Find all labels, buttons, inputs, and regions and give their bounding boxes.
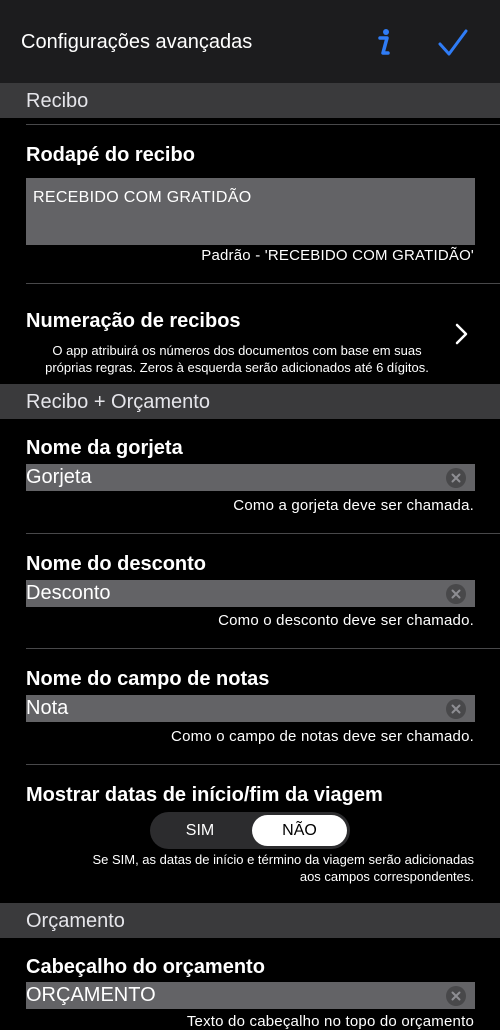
clear-circle-icon[interactable] xyxy=(446,699,466,719)
numeracao-description: O app atribuirá os números dos documento… xyxy=(26,342,448,376)
info-button[interactable] xyxy=(372,27,394,57)
gorjeta-value: Gorjeta xyxy=(26,466,92,488)
numeracao-desc-line2: próprias regras. Zeros à esquerda serão … xyxy=(45,360,429,375)
notas-help: Como o campo de notas deve ser chamado. xyxy=(171,728,474,745)
section-title: Orçamento xyxy=(26,910,125,932)
rodape-label: Rodapé do recibo xyxy=(26,144,195,166)
desconto-input[interactable]: Desconto xyxy=(26,580,475,607)
info-icon xyxy=(378,29,390,55)
section-title: Recibo + Orçamento xyxy=(26,391,210,413)
segment-sim[interactable]: SIM xyxy=(150,812,250,849)
rodape-textarea[interactable]: RECEBIDO COM GRATIDÃO xyxy=(26,178,475,245)
datas-segmented-control[interactable]: SIM NÃO xyxy=(150,812,350,849)
nav-bar: Configurações avançadas xyxy=(0,0,500,83)
numeracao-desc-line1: O app atribuirá os números dos documento… xyxy=(52,343,422,358)
cabecalho-help: Texto do cabeçalho no topo do orçamento xyxy=(186,1013,474,1030)
clear-circle-icon[interactable] xyxy=(446,986,466,1006)
divider xyxy=(26,124,500,125)
divider xyxy=(26,648,500,649)
cabecalho-input[interactable]: ORÇAMENTO xyxy=(26,982,475,1009)
desconto-value: Desconto xyxy=(26,582,111,604)
segment-nao[interactable]: NÃO xyxy=(252,815,347,846)
datas-label: Mostrar datas de início/fim da viagem xyxy=(26,784,383,806)
notas-label: Nome do campo de notas xyxy=(26,668,270,690)
clear-circle-icon[interactable] xyxy=(446,584,466,604)
cabecalho-label: Cabeçalho do orçamento xyxy=(26,956,265,978)
section-title: Recibo xyxy=(26,90,89,112)
numeracao-chevron xyxy=(452,320,472,348)
chevron-right-icon xyxy=(455,323,468,345)
rodape-value: RECEBIDO COM GRATIDÃO xyxy=(33,189,252,206)
divider xyxy=(26,764,500,765)
gorjeta-input[interactable]: Gorjeta xyxy=(26,464,475,491)
datas-desc-line2: aos campos correspondentes. xyxy=(299,869,474,884)
desconto-label: Nome do desconto xyxy=(26,553,207,575)
page-title: Configurações avançadas xyxy=(21,31,253,53)
rodape-help: Padrão - 'RECEBIDO COM GRATIDÃO' xyxy=(201,247,474,264)
section-header-recibo-orcamento: Recibo + Orçamento xyxy=(0,384,500,419)
clear-circle-icon[interactable] xyxy=(446,468,466,488)
datas-description: Se SIM, as datas de início e término da … xyxy=(14,851,474,885)
cabecalho-value: ORÇAMENTO xyxy=(26,984,156,1006)
section-header-orcamento: Orçamento xyxy=(0,903,500,938)
datas-desc-line1: Se SIM, as datas de início e término da … xyxy=(92,852,474,867)
done-button[interactable] xyxy=(437,28,469,58)
desconto-help: Como o desconto deve ser chamado. xyxy=(218,612,474,629)
gorjeta-help: Como a gorjeta deve ser chamada. xyxy=(233,497,474,514)
checkmark-icon xyxy=(438,29,468,56)
notas-value: Nota xyxy=(26,697,69,719)
section-header-recibo: Recibo xyxy=(0,83,500,118)
notas-input[interactable]: Nota xyxy=(26,695,475,722)
gorjeta-label: Nome da gorjeta xyxy=(26,437,183,459)
divider xyxy=(26,533,500,534)
divider xyxy=(26,283,500,284)
numeracao-label: Numeração de recibos xyxy=(26,310,241,332)
